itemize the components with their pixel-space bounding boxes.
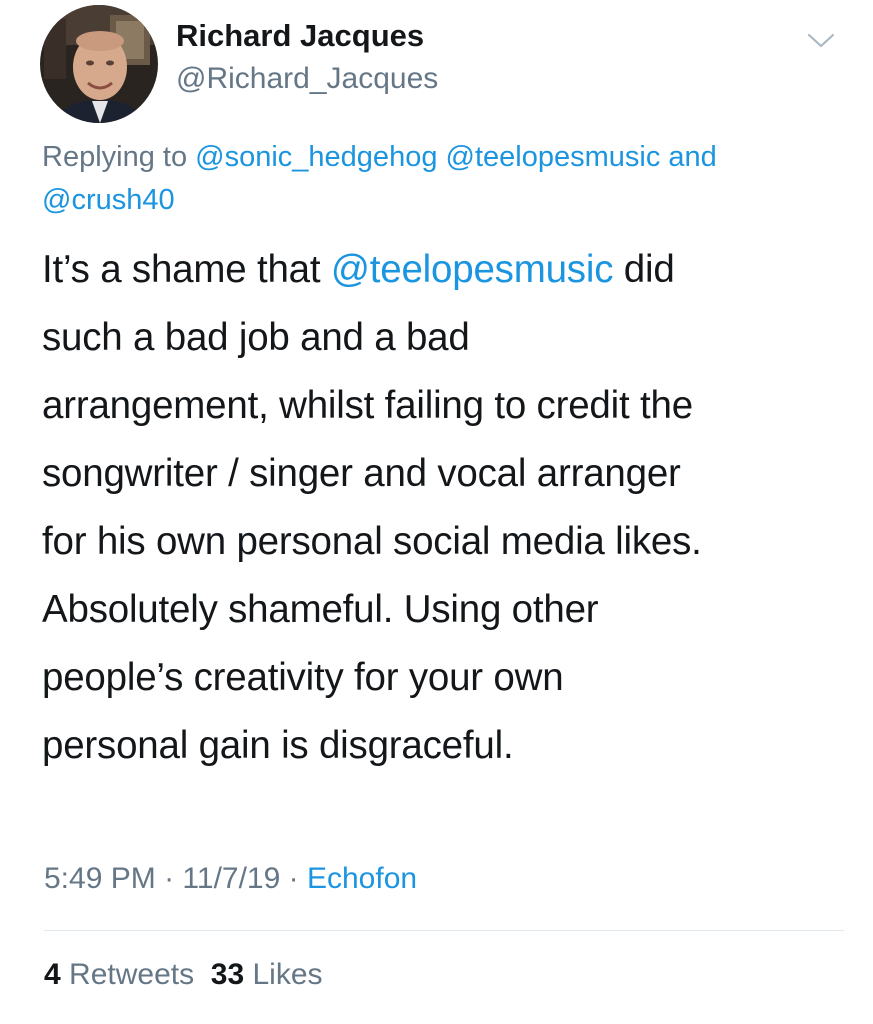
- divider: [44, 930, 844, 931]
- tweet-text-line: It’s a shame that @teelopesmusic did: [42, 236, 842, 304]
- mention-link[interactable]: @teelopesmusic: [331, 248, 614, 291]
- retweets-label: Retweets: [69, 958, 195, 991]
- tweet-source-link[interactable]: Echofon: [307, 862, 417, 895]
- tweet-text-line: such a bad job and a bad: [42, 316, 470, 359]
- mention-link[interactable]: @teelopesmusic: [446, 141, 661, 173]
- tweet-text: It’s a shame that @teelopesmusic did suc…: [42, 236, 842, 780]
- chevron-down-icon[interactable]: [806, 31, 836, 51]
- tweet-detail: Richard Jacques @Richard_Jacques Replyin…: [0, 0, 873, 1024]
- mention-link[interactable]: @crush40: [42, 184, 175, 216]
- replying-to-conjunction: and: [668, 141, 717, 173]
- author-name[interactable]: Richard Jacques: [176, 18, 424, 54]
- author-handle[interactable]: @Richard_Jacques: [176, 62, 438, 96]
- meta-separator: ·: [288, 862, 299, 895]
- meta-separator: ·: [164, 862, 175, 895]
- avatar[interactable]: [40, 5, 158, 123]
- tweet-text-line: personal gain is disgraceful.: [42, 724, 514, 767]
- tweet-text-segment: It’s a shame that: [42, 248, 331, 291]
- mention-link[interactable]: @sonic_hedgehog: [195, 141, 437, 173]
- likes-count: 33: [210, 958, 245, 991]
- tweet-text-line: Absolutely shameful. Using other: [42, 588, 599, 631]
- avatar-image: [40, 5, 158, 123]
- tweet-text-line: arrangement, whilst failing to credit th…: [42, 384, 693, 427]
- retweets-stat[interactable]: 4 Retweets: [44, 958, 194, 991]
- tweet-text-line: people’s creativity for your own: [42, 656, 564, 699]
- tweet-text-line: songwriter / singer and vocal arranger: [42, 452, 681, 495]
- tweet-text-segment: did: [613, 248, 675, 291]
- replying-to: Replying to @sonic_hedgehog @teelopesmus…: [42, 136, 842, 222]
- tweet-meta: 5:49 PM · 11/7/19 · Echofon: [44, 862, 417, 896]
- retweets-count: 4: [44, 958, 61, 991]
- tweet-text-line: for his own personal social media likes.: [42, 520, 702, 563]
- tweet-stats: 4 Retweets 33 Likes: [44, 958, 323, 992]
- likes-stat[interactable]: 33 Likes: [211, 958, 323, 991]
- replying-to-prefix: Replying to: [42, 141, 188, 173]
- tweet-time[interactable]: 5:49 PM: [44, 862, 156, 895]
- tweet-date[interactable]: 11/7/19: [182, 862, 280, 895]
- likes-label: Likes: [252, 958, 323, 991]
